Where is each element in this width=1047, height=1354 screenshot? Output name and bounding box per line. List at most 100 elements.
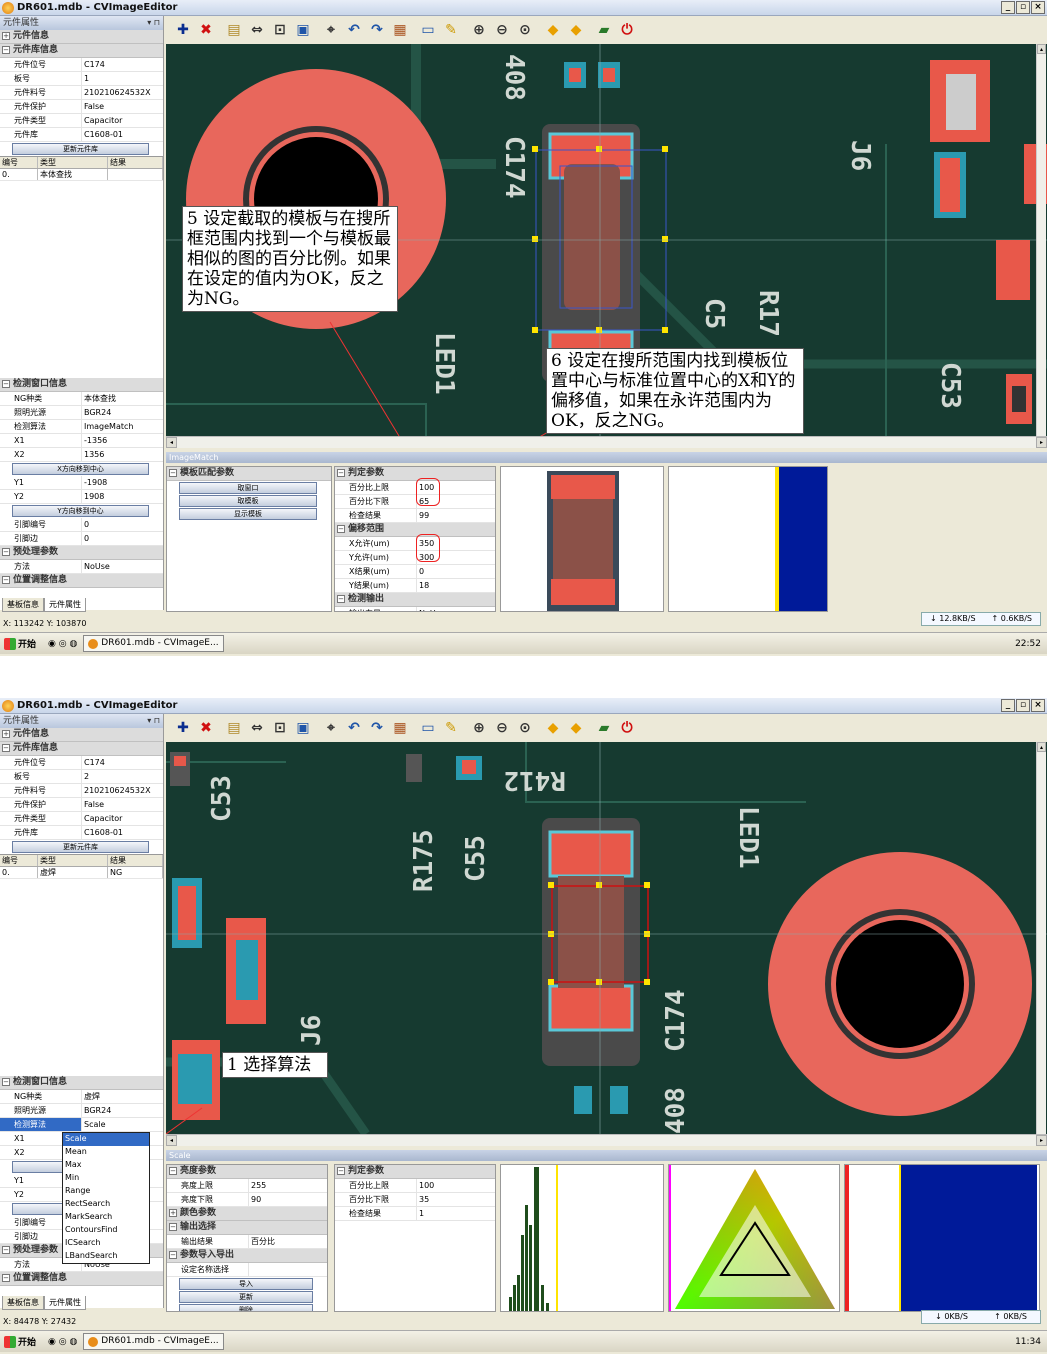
section-judge[interactable]: − 判定参数: [335, 467, 495, 481]
close-button[interactable]: ×: [1031, 699, 1045, 712]
algorithm-option[interactable]: Min: [63, 1172, 149, 1185]
property-value[interactable]: 255: [249, 1179, 327, 1192]
algorithm-option[interactable]: Scale: [63, 1133, 149, 1146]
section-library-info[interactable]: − 元件库信息: [0, 742, 163, 756]
tab-board-info[interactable]: 基板信息: [2, 1296, 44, 1310]
section-brightness[interactable]: − 亮度参数: [167, 1165, 327, 1179]
component-row[interactable]: 元件保护 False: [0, 100, 163, 114]
offset-row[interactable]: Y结果(um) 18: [335, 579, 495, 593]
add-icon[interactable]: ✚: [172, 717, 194, 739]
property-value[interactable]: BGR24: [82, 1104, 163, 1117]
take-template-button[interactable]: 取模板: [179, 495, 317, 507]
property-value[interactable]: 100: [417, 1179, 495, 1192]
section-judge[interactable]: − 判定参数: [335, 1165, 495, 1179]
y-center-button[interactable]: Y方向移到中心: [12, 505, 149, 517]
redo-icon[interactable]: ↷: [366, 19, 388, 41]
section-color[interactable]: + 颜色参数: [167, 1207, 327, 1221]
restore-button[interactable]: ▫: [1016, 1, 1030, 14]
save-icon[interactable]: ▭: [417, 717, 439, 739]
start-button[interactable]: 开始: [0, 635, 40, 653]
book-icon[interactable]: ▦: [389, 19, 411, 41]
tab-component-props[interactable]: 元件属性: [44, 1296, 86, 1310]
col-result[interactable]: 结果: [108, 855, 163, 866]
judge-row[interactable]: 百分比下限 35: [335, 1193, 495, 1207]
zoom-page-icon[interactable]: ⊙: [514, 717, 536, 739]
section-output-select[interactable]: − 输出选择: [167, 1221, 327, 1235]
minimize-button[interactable]: _: [1001, 699, 1015, 712]
detect-row[interactable]: 照明光源 BGR24: [0, 1104, 163, 1118]
algorithm-option[interactable]: Mean: [63, 1146, 149, 1159]
undo-icon[interactable]: ↶: [343, 717, 365, 739]
output-row[interactable]: 输出向量NoUse: [335, 607, 495, 611]
component-row[interactable]: 元件位号 C174: [0, 58, 163, 72]
section-position[interactable]: − 位置调整信息: [0, 574, 163, 588]
offset-row[interactable]: X结果(um) 0: [335, 565, 495, 579]
preprocess-row[interactable]: 方法 NoUse: [0, 560, 163, 574]
center-icon[interactable]: ⊡: [269, 19, 291, 41]
property-value[interactable]: NoUse: [82, 560, 163, 573]
section-position[interactable]: − 位置调整信息: [0, 1272, 163, 1286]
arrow-right-icon[interactable]: ◆: [565, 717, 587, 739]
component-row[interactable]: 元件料号 21021062453​2X: [0, 86, 163, 100]
output-select-row[interactable]: 输出结果 百分比: [167, 1235, 327, 1249]
property-value[interactable]: 0: [417, 565, 495, 578]
component-row[interactable]: 元件类型 Capacitor: [0, 812, 163, 826]
import-button[interactable]: 导入: [179, 1278, 313, 1290]
zoom-window-icon[interactable]: ▣: [292, 19, 314, 41]
detect-row[interactable]: NG种类 本体查找: [0, 392, 163, 406]
component-row[interactable]: 元件料号 21021062453​2X: [0, 784, 163, 798]
detect-row[interactable]: X2 1356: [0, 448, 163, 462]
property-value[interactable]: C174: [82, 58, 163, 71]
property-value[interactable]: 35: [417, 1193, 495, 1206]
folder-icon[interactable]: ✎: [440, 717, 462, 739]
tab-board-info[interactable]: 基板信息: [2, 598, 44, 612]
property-value[interactable]: [249, 1263, 327, 1276]
delete-icon[interactable]: ✖: [195, 19, 217, 41]
brightness-row[interactable]: 亮度下限 90: [167, 1193, 327, 1207]
folder-icon[interactable]: ✎: [440, 19, 462, 41]
property-value[interactable]: False: [82, 100, 163, 113]
property-value[interactable]: 21021062453​2X: [82, 784, 163, 797]
update-button[interactable]: 更新: [179, 1291, 313, 1303]
power-icon[interactable]: ⏻: [616, 19, 638, 41]
property-value[interactable]: C174: [82, 756, 163, 769]
undo-icon[interactable]: ↶: [343, 19, 365, 41]
property-value[interactable]: -1908: [82, 476, 163, 489]
arrow-right-icon[interactable]: ◆: [565, 19, 587, 41]
judge-row[interactable]: 百分比下限 65: [335, 495, 495, 509]
fit-icon[interactable]: ⇔: [246, 19, 268, 41]
detect-row[interactable]: 检测算法 ImageMatch: [0, 420, 163, 434]
export-icon[interactable]: ▰: [593, 19, 615, 41]
section-preprocess[interactable]: − 预处理参数: [0, 546, 163, 560]
table-row[interactable]: 0. 本体查找: [0, 169, 163, 181]
component-row[interactable]: 元件库 C1608-01: [0, 826, 163, 840]
judge-row[interactable]: 检查结果 1: [335, 1207, 495, 1221]
delete-button[interactable]: 删除: [179, 1304, 313, 1311]
quicklaunch-icon[interactable]: ◉ ◎ ◍: [48, 639, 77, 649]
property-value[interactable]: Capacitor: [82, 114, 163, 127]
viewport-vscroll[interactable]: ▴: [1036, 742, 1046, 1134]
judge-row[interactable]: 百分比上限 100: [335, 1179, 495, 1193]
property-value[interactable]: Capacitor: [82, 812, 163, 825]
algorithm-option[interactable]: MarkSearch: [63, 1211, 149, 1224]
section-detect-window[interactable]: − 检测窗口信息: [0, 378, 163, 392]
property-value[interactable]: BGR24: [82, 406, 163, 419]
section-library-info[interactable]: − 元件库信息: [0, 44, 163, 58]
detect-row[interactable]: X1 -1356: [0, 434, 163, 448]
section-offset[interactable]: − 偏移范围: [335, 523, 495, 537]
update-library-button[interactable]: 更新元件库: [12, 143, 149, 155]
section-component-info[interactable]: + 元件信息: [0, 30, 163, 44]
section-template[interactable]: − 模板匹配参数: [167, 467, 331, 481]
section-component-info[interactable]: + 元件信息: [0, 728, 163, 742]
update-library-button[interactable]: 更新元件库: [12, 841, 149, 853]
section-import-export[interactable]: − 参数导入导出: [167, 1249, 327, 1263]
detect-row[interactable]: 引脚边 0: [0, 532, 163, 546]
measure-icon[interactable]: ⌖: [320, 19, 342, 41]
viewport-vscroll[interactable]: ▴: [1036, 44, 1046, 436]
table-row[interactable]: 0. 虚焊 NG: [0, 867, 163, 879]
algorithm-option[interactable]: LBandSearch: [63, 1250, 149, 1263]
judge-row[interactable]: 检查结果 99: [335, 509, 495, 523]
property-value[interactable]: 1356: [82, 448, 163, 461]
tab-component-props[interactable]: 元件属性: [44, 598, 86, 612]
zoom-page-icon[interactable]: ⊙: [514, 19, 536, 41]
